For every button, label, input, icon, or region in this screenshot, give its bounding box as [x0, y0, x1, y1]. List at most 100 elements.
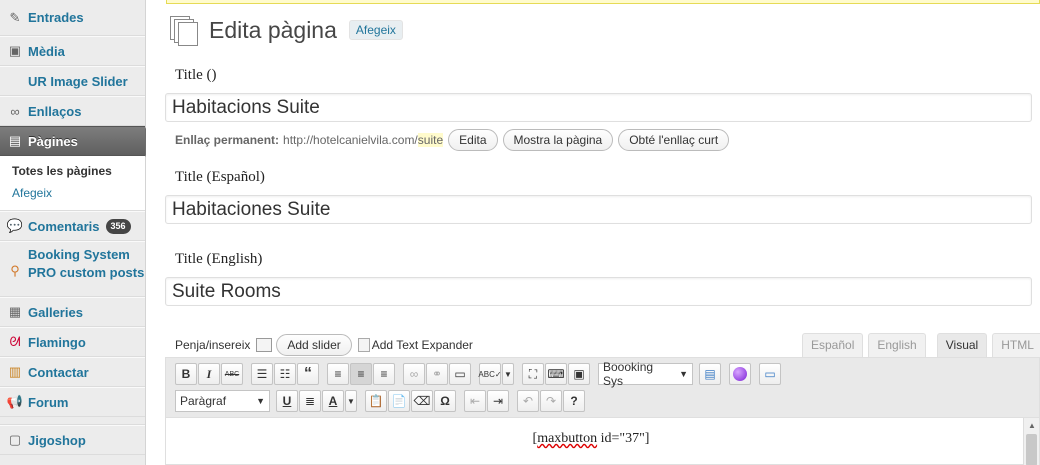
scrollbar-thumb[interactable]: [1026, 434, 1037, 465]
menu-galleries-label: Galleries: [28, 304, 83, 320]
menu-links[interactable]: ∞ Enllaços: [0, 96, 145, 126]
text-color-dropdown-icon[interactable]: ▼: [345, 390, 357, 412]
link-icon[interactable]: ∞: [403, 363, 425, 385]
spellcheck-icon[interactable]: ABC✓: [478, 363, 502, 385]
editor-scrollbar[interactable]: ▲: [1023, 418, 1039, 465]
underline-icon[interactable]: U: [276, 390, 298, 412]
misspelled-word: maxbutton: [537, 431, 598, 446]
add-media-icon[interactable]: [256, 338, 273, 352]
indent-icon[interactable]: ⇥: [487, 390, 509, 412]
menu-pages[interactable]: ▤ Pàgines: [0, 126, 153, 157]
add-text-expander-button[interactable]: Add Text Expander: [357, 338, 473, 352]
shop-icon: ▢: [8, 432, 22, 447]
permalink-url[interactable]: http://hotelcanielvila.com/: [283, 133, 418, 147]
permalink-box: Enllaç permanent: http://hotelcanielvila…: [175, 129, 730, 151]
media-buttons-row: Penja/insereix Add slider Add Text Expan…: [175, 334, 473, 356]
menu-media[interactable]: ▣ Mèdia: [0, 36, 145, 66]
align-right-icon[interactable]: ≡: [373, 363, 395, 385]
pages-submenu: Totes les pàgines Afegeix: [0, 156, 145, 211]
paste-word-icon[interactable]: 📄: [388, 390, 410, 412]
menu-contact[interactable]: ▥ Contactar: [0, 357, 145, 387]
menu-jigoshop[interactable]: ▢ Jigoshop: [0, 425, 145, 455]
editor-content-area[interactable]: [maxbutton id="37"] ▲: [165, 417, 1040, 465]
paste-text-icon[interactable]: 📋: [365, 390, 387, 412]
magnifier-icon: ⚲: [10, 263, 20, 278]
special-char-icon[interactable]: Ω: [434, 390, 456, 412]
permalink-label: Enllaç permanent:: [175, 133, 280, 147]
gallery-insert-icon[interactable]: ▤: [699, 363, 721, 385]
menu-posts-label: Entrades: [28, 10, 84, 25]
comment-icon: 💬: [6, 218, 24, 233]
menu-posts[interactable]: ✎ Entrades: [0, 0, 145, 36]
add-new-button[interactable]: Afegeix: [348, 20, 403, 40]
view-page-button[interactable]: Mostra la pàgina: [502, 129, 614, 151]
menu-separator: [0, 417, 145, 425]
align-left-icon[interactable]: ≡: [327, 363, 349, 385]
get-shortlink-button[interactable]: Obté l'enllaç curt: [618, 129, 730, 151]
bold-icon[interactable]: B: [175, 363, 197, 385]
menu-forum-label: Forum: [28, 394, 69, 410]
editor-tabs: Español English Visual HTML: [797, 333, 1040, 357]
undo-icon[interactable]: ↶: [517, 390, 539, 412]
text-color-icon[interactable]: A: [322, 390, 344, 412]
justify-icon[interactable]: ≣: [299, 390, 321, 412]
edit-permalink-button[interactable]: Edita: [448, 129, 498, 151]
page-title: Edita pàgina: [209, 16, 337, 43]
title-input-default[interactable]: [165, 93, 1032, 122]
link-icon: ∞: [10, 103, 20, 119]
menu-contact-label: Contactar: [28, 364, 89, 380]
menu-galleries[interactable]: ▦ Galleries: [0, 297, 145, 327]
spellcheck-dropdown-icon[interactable]: ▼: [502, 363, 514, 385]
add-slider-button[interactable]: Add slider: [276, 334, 352, 356]
title-label-spanish: Title (Español): [175, 169, 265, 185]
kitchen-sink-icon[interactable]: ⌨: [545, 363, 567, 385]
outdent-icon[interactable]: ⇤: [464, 390, 486, 412]
menu-flamingo-label: Flamingo: [28, 334, 86, 350]
tab-english[interactable]: English: [868, 333, 926, 357]
tab-visual[interactable]: Visual: [936, 333, 988, 357]
format-select[interactable]: Paràgraf ▼: [175, 390, 270, 412]
submenu-add-page[interactable]: Afegeix: [12, 182, 145, 204]
menu-flamingo[interactable]: ᘛ Flamingo: [0, 327, 145, 357]
title-input-spanish[interactable]: [165, 195, 1032, 224]
broken-image-icon: [357, 338, 370, 352]
permalink-slug[interactable]: suite: [417, 133, 444, 147]
strikethrough-icon[interactable]: ABC: [221, 363, 243, 385]
form-insert-icon[interactable]: ▭: [759, 363, 781, 385]
menu-pages-label: Pàgines: [28, 133, 78, 149]
fullscreen-icon[interactable]: ⛶: [522, 363, 544, 385]
booking-system-select[interactable]: Boooking Sys ▼: [598, 360, 693, 388]
format-select-value: Paràgraf: [180, 394, 227, 408]
menu-ur-image-slider[interactable]: UR Image Slider: [0, 66, 145, 96]
remove-format-icon[interactable]: ⌫: [411, 390, 433, 412]
menu-ur-image-slider-label: UR Image Slider: [28, 73, 128, 89]
menu-booking-system[interactable]: ⚲ Booking System PRO custom posts: [0, 241, 145, 297]
help-icon[interactable]: ?: [563, 390, 585, 412]
blockquote-icon[interactable]: “: [297, 363, 319, 385]
flamingo-icon: ᘛ: [9, 334, 21, 349]
redo-icon[interactable]: ↷: [540, 390, 562, 412]
align-center-icon[interactable]: ≡: [350, 363, 372, 385]
title-input-english[interactable]: [165, 277, 1032, 306]
unlink-icon[interactable]: ⚭: [426, 363, 448, 385]
submenu-all-pages[interactable]: Totes les pàgines: [12, 160, 145, 182]
tab-html[interactable]: HTML: [992, 333, 1040, 357]
more-tag-icon[interactable]: ▭: [449, 363, 471, 385]
numbered-list-icon[interactable]: ☷: [274, 363, 296, 385]
menu-comments[interactable]: 💬 Comentaris 356: [0, 211, 145, 241]
bullet-list-icon[interactable]: ☰: [251, 363, 273, 385]
insert-image-icon[interactable]: ▣: [568, 363, 590, 385]
page-header: Edita pàgina Afegeix: [168, 14, 403, 46]
menu-forum[interactable]: 📢 Forum: [0, 387, 145, 417]
toolbar-row-2: Paràgraf ▼ U ≣ A ▼ 📋 📄 ⌫ Ω ⇤ ⇥ ↶ ↷ ?: [175, 389, 586, 413]
italic-icon[interactable]: I: [198, 363, 220, 385]
title-label-default: Title (): [175, 67, 217, 83]
tab-espanol[interactable]: Español: [802, 333, 864, 357]
purple-circle-icon[interactable]: [729, 363, 751, 385]
contact-icon: ▥: [8, 364, 22, 379]
scroll-up-icon[interactable]: ▲: [1028, 421, 1036, 430]
editor-toolbar: B I ABC ☰ ☷ “ ≡ ≡ ≡ ∞ ⚭ ▭ ABC✓ ▼ ⛶ ⌨ ▣ B…: [165, 357, 1040, 417]
chevron-down-icon: ▼: [679, 369, 688, 379]
booking-system-select-value: Boooking Sys: [603, 360, 654, 388]
pages-icon: [168, 14, 200, 46]
